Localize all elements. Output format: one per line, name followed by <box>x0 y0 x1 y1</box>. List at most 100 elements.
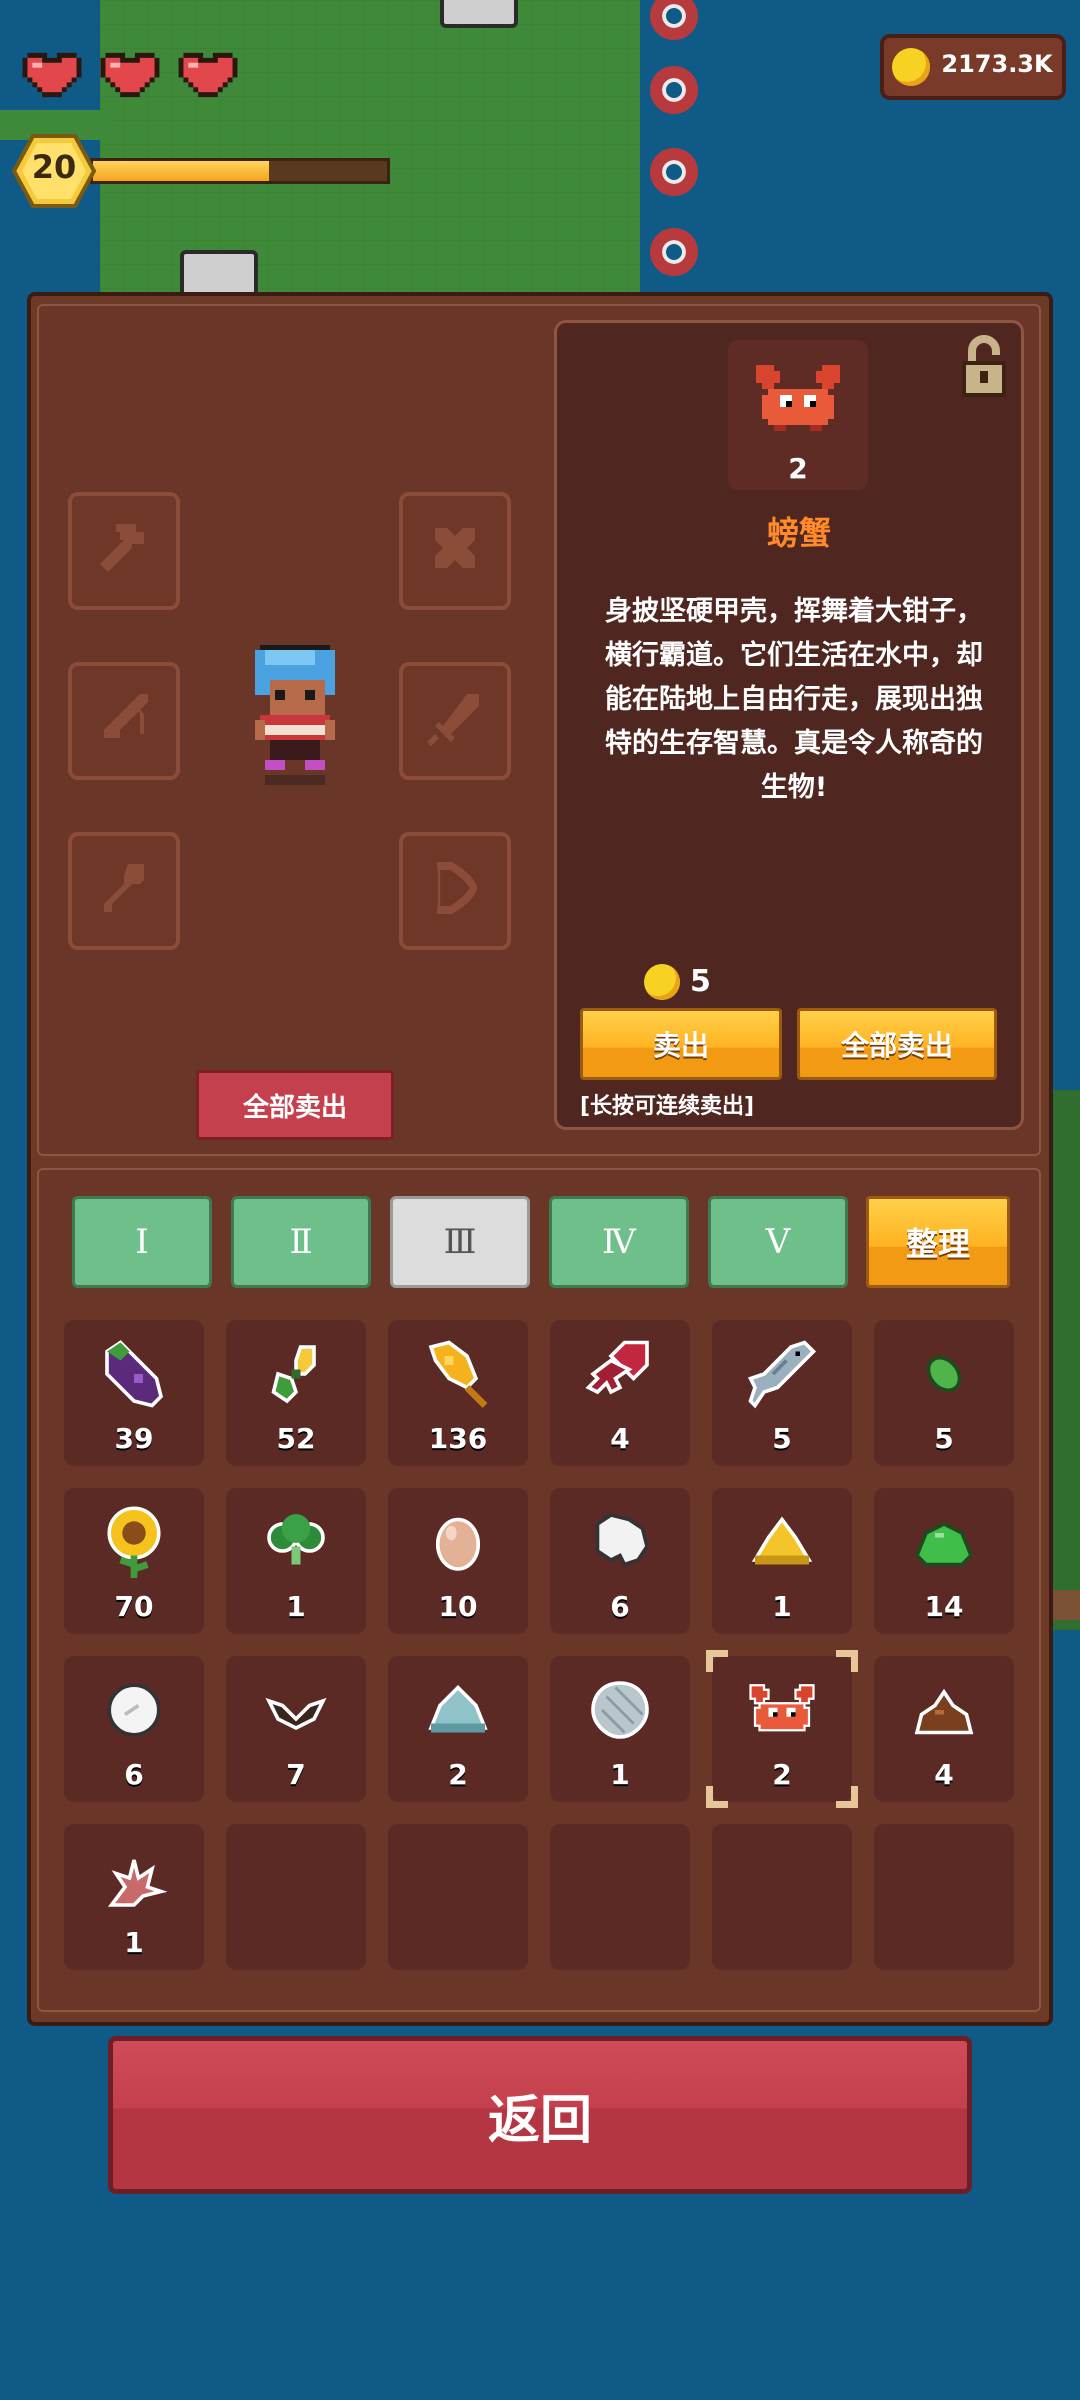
cow-sprite <box>440 0 518 28</box>
inventory-slot[interactable]: 70 <box>64 1488 204 1634</box>
inventory-slot[interactable]: 7 <box>226 1656 366 1802</box>
bow-slot[interactable] <box>399 832 511 950</box>
long-press-hint: [长按可连续卖出] <box>580 1094 755 1119</box>
inventory-slot[interactable]: 5 <box>874 1320 1014 1466</box>
inventory-slot[interactable]: 10 <box>388 1488 528 1634</box>
axe-slot[interactable] <box>68 492 180 610</box>
coral-icon <box>107 1859 168 1907</box>
item-count: 10 <box>438 1590 478 1623</box>
inventory-slot-empty[interactable] <box>712 1824 852 1970</box>
inventory-slot-empty[interactable] <box>874 1824 1014 1970</box>
inventory-slot[interactable]: 1 <box>712 1488 852 1634</box>
item-count: 7 <box>286 1758 306 1791</box>
sword-slot[interactable] <box>399 662 511 780</box>
back-button[interactable]: 返回 <box>108 2036 972 2194</box>
shovel-icon <box>104 864 144 912</box>
right-shore <box>1050 1090 1080 1630</box>
lifebuoy-icon <box>650 148 698 196</box>
item-count: 1 <box>124 1926 144 1959</box>
bat-wing-icon <box>265 1697 327 1731</box>
green-slime-icon <box>914 1521 974 1567</box>
selection-corner <box>706 1650 728 1672</box>
inventory-slot-selected[interactable]: 2 <box>706 1650 858 1808</box>
squid-icon <box>585 1340 649 1395</box>
lifebuoy-icon <box>650 66 698 114</box>
sell-button[interactable]: 卖出 <box>580 1008 782 1080</box>
pickaxe-slot[interactable] <box>399 492 511 610</box>
bow-icon <box>437 862 478 914</box>
item-count: 1 <box>610 1758 630 1791</box>
inventory-slot[interactable]: 6 <box>64 1656 204 1802</box>
cotton-icon <box>107 1683 161 1737</box>
item-count: 39 <box>114 1422 154 1455</box>
tab-5[interactable]: Ⅴ <box>708 1196 848 1288</box>
inventory-slot[interactable]: 1 <box>226 1488 366 1634</box>
detail-item-count: 2 <box>788 452 808 485</box>
shovel-slot[interactable] <box>68 832 180 950</box>
item-count: 5 <box>772 1422 792 1455</box>
axe-icon <box>100 524 144 572</box>
inventory-slot-empty[interactable] <box>388 1824 528 1970</box>
wool-icon <box>595 1513 649 1567</box>
item-count: 136 <box>428 1422 488 1455</box>
inventory-slot[interactable]: 1 <box>64 1824 204 1970</box>
inventory-slot[interactable]: 1 <box>550 1656 690 1802</box>
inventory-slot[interactable]: 2 <box>388 1656 528 1802</box>
crab-icon <box>749 1684 815 1732</box>
item-price: 5 <box>690 964 711 999</box>
item-count: 1 <box>772 1590 792 1623</box>
inventory-slot[interactable]: 14 <box>874 1488 1014 1634</box>
sunflower-icon <box>107 1506 161 1578</box>
item-count: 4 <box>934 1758 954 1791</box>
egg-icon <box>435 1517 481 1571</box>
sword-icon <box>427 694 479 746</box>
corn-seedling-icon <box>271 1345 316 1404</box>
sell-all-item-button[interactable]: 全部卖出 <box>797 1008 997 1080</box>
tab-3[interactable]: Ⅲ <box>390 1196 530 1288</box>
dock-plank <box>1050 1590 1080 1620</box>
inventory-slot[interactable]: 136 <box>388 1320 528 1466</box>
unlock-icon[interactable] <box>960 334 1008 400</box>
item-count: 2 <box>772 1758 792 1791</box>
detail-item-description: 身披坚硬甲壳，挥舞着大钳子，横行霸道。它们生活在水中，却能在陆地上自由行走，展现… <box>605 596 983 803</box>
heart-icon <box>100 52 160 98</box>
gold-pile-icon <box>751 1516 813 1565</box>
detail-item-name: 螃蟹 <box>766 514 831 552</box>
tab-1[interactable]: Ⅰ <box>72 1196 212 1288</box>
tab-2[interactable]: Ⅱ <box>231 1196 371 1288</box>
selection-corner <box>836 1650 858 1672</box>
item-count: 6 <box>610 1590 630 1623</box>
coin-icon <box>892 48 930 86</box>
coin-icon <box>644 964 680 1000</box>
dung-icon <box>914 1688 974 1735</box>
blue-slime-icon <box>428 1684 488 1733</box>
inventory-slot[interactable]: 39 <box>64 1320 204 1466</box>
item-count: 1 <box>286 1590 306 1623</box>
inventory-slot[interactable]: 5 <box>712 1320 852 1466</box>
tab-4[interactable]: Ⅳ <box>549 1196 689 1288</box>
eggplant-icon <box>105 1340 163 1408</box>
sort-button[interactable]: 整理 <box>866 1196 1010 1288</box>
fishing-rod-slot[interactable] <box>68 662 180 780</box>
lifebuoy-icon <box>650 228 698 276</box>
inventory-slot[interactable]: 52 <box>226 1320 366 1466</box>
player-character <box>255 645 335 785</box>
item-count: 14 <box>924 1590 964 1623</box>
crab-icon <box>756 365 840 431</box>
item-count: 52 <box>276 1422 316 1455</box>
coin-amount: 2173.3K <box>941 50 1053 78</box>
heart-icon <box>178 52 238 98</box>
inventory-slot[interactable]: 4 <box>550 1320 690 1466</box>
pickaxe-icon <box>435 528 475 568</box>
inventory-slot-empty[interactable] <box>226 1824 366 1970</box>
inventory-slot-empty[interactable] <box>550 1824 690 1970</box>
inventory-slot[interactable]: 4 <box>874 1656 1014 1802</box>
sell-all-inventory-button[interactable]: 全部卖出 <box>196 1070 394 1140</box>
inventory-slot[interactable]: 6 <box>550 1488 690 1634</box>
fish-icon <box>747 1340 817 1409</box>
broccoli-icon <box>267 1514 325 1565</box>
item-count: 6 <box>124 1758 144 1791</box>
item-count: 4 <box>610 1422 630 1455</box>
green-seed-icon <box>926 1355 962 1393</box>
item-count: 5 <box>934 1422 954 1455</box>
